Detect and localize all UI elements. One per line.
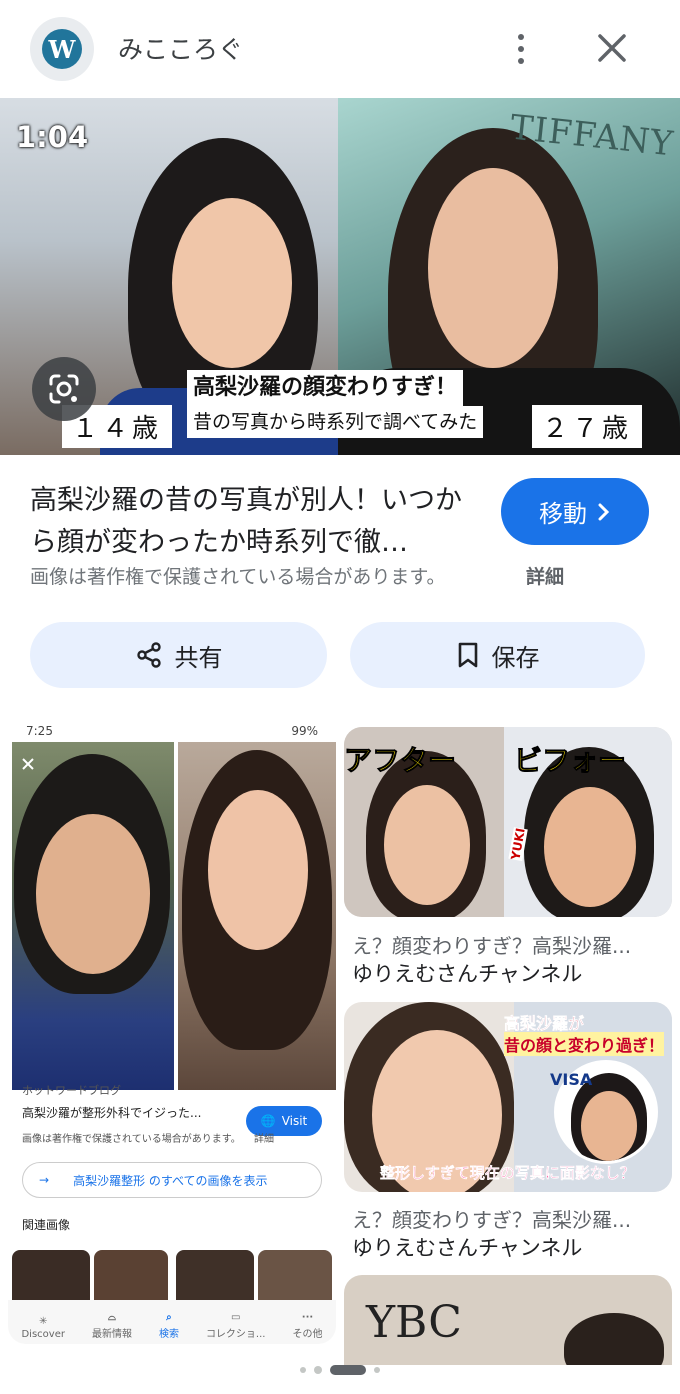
related-image-screenshot[interactable]: 7:25 99% ホットワードブログ 高梨沙羅が整形外科でイジった... 🌐 Vi… bbox=[8, 722, 336, 1344]
label-after: アフター bbox=[344, 744, 457, 778]
overlay-mid: 昔の顔と変わり過ぎ！ bbox=[504, 1032, 665, 1056]
top-bar: W みこころぐ bbox=[0, 0, 680, 98]
details-link[interactable]: 詳細 bbox=[526, 562, 564, 589]
google-lens-button[interactable] bbox=[32, 357, 96, 421]
save-button[interactable]: 保存 bbox=[350, 622, 645, 688]
overlay-top: 高梨沙羅が bbox=[504, 1014, 585, 1034]
more-vert-icon bbox=[518, 34, 524, 40]
share-label: 共有 bbox=[174, 643, 223, 672]
related-title-1[interactable]: え？顔変わりすぎ？高梨沙羅... bbox=[352, 930, 662, 959]
google-lens-icon bbox=[49, 374, 79, 404]
site-favicon[interactable]: W bbox=[30, 17, 94, 81]
related-image-after-before[interactable]: アフター ビフォー YUKI bbox=[344, 727, 672, 917]
related-source-1: ゆりえむさんチャンネル bbox=[352, 962, 583, 986]
bookmark-icon bbox=[458, 642, 477, 668]
overlay-bottom: 整形しすぎて現在の写真に面影なし？ bbox=[380, 1164, 635, 1182]
related-title-2[interactable]: え？顔変わりすぎ？高梨沙羅... bbox=[352, 1204, 662, 1233]
related-image-overlay[interactable]: VISA 高梨沙羅が 昔の顔と変わり過ぎ！ 整形しすぎて現在の写真に面影なし？ bbox=[344, 1002, 672, 1192]
close-icon[interactable] bbox=[592, 28, 632, 68]
main-image[interactable]: TIFFANY 1:04 １４歳 ２７歳 高梨沙羅の顔変わりすぎ！ 昔の写真から… bbox=[0, 98, 680, 455]
wordpress-icon: W bbox=[42, 29, 82, 69]
save-label: 保存 bbox=[491, 643, 540, 672]
caption-line-2: 昔の写真から時系列で調べてみた bbox=[187, 406, 484, 438]
mini-search-row: → 高梨沙羅整形 のすべての画像を表示 bbox=[22, 1162, 322, 1198]
share-icon bbox=[136, 642, 161, 668]
share-button[interactable]: 共有 bbox=[30, 622, 327, 688]
chevron-right-icon bbox=[598, 503, 610, 520]
page-indicator-active bbox=[330, 1365, 366, 1375]
more-options-button[interactable] bbox=[500, 26, 542, 72]
related-image-ybc[interactable]: YBC bbox=[344, 1275, 672, 1365]
mini-bottom-nav: ✳ Discover ⌓ 最新情報 ⌕ 検索 ▭ コレクショ... ··· その他 bbox=[8, 1300, 336, 1344]
visit-label: 移動 bbox=[539, 500, 587, 528]
copyright-notice: 画像は著作権で保護されている場合があります。 bbox=[30, 566, 446, 588]
video-timecode: 1:04 bbox=[16, 120, 89, 154]
caption-line-1: 高梨沙羅の顔変わりすぎ！ bbox=[187, 370, 464, 406]
screenshot-photo-right bbox=[178, 742, 336, 1090]
phone-status-bar: 7:25 99% bbox=[26, 724, 318, 738]
site-name[interactable]: みこころぐ bbox=[118, 30, 243, 66]
related-source-2: ゆりえむさんチャンネル bbox=[352, 1236, 583, 1260]
page-indicator bbox=[0, 1358, 680, 1382]
result-title[interactable]: 高梨沙羅の昔の写真が別人！いつから顔が変わったか時系列で徹… bbox=[30, 480, 470, 564]
close-icon bbox=[22, 758, 34, 770]
screenshot-photo-left bbox=[12, 742, 174, 1090]
label-before: ビフォー bbox=[513, 744, 627, 778]
visit-button[interactable]: 移動 bbox=[501, 478, 649, 545]
age-label-right: ２７歳 bbox=[532, 405, 643, 448]
